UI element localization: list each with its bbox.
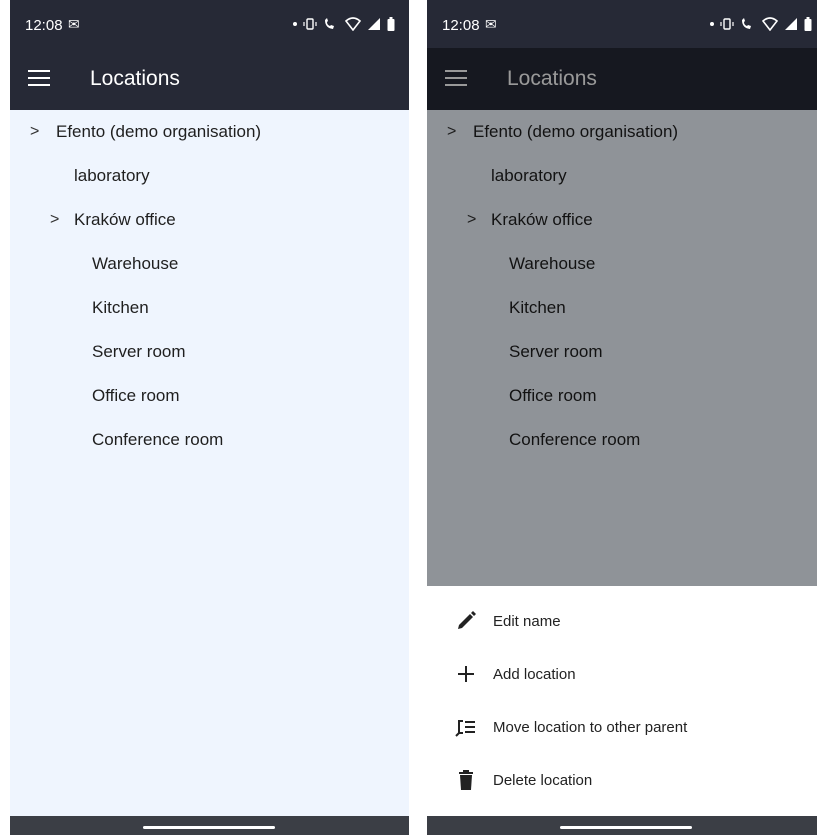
wifi-icon <box>345 17 361 31</box>
bottom-sheet-menu: Edit name Add location Move location to … <box>427 586 817 816</box>
tree-item[interactable]: Warehouse <box>10 242 409 286</box>
gmail-icon: ✉ <box>68 16 80 32</box>
lte-call-icon <box>742 18 751 29</box>
wifi-icon <box>762 17 778 31</box>
tree-item-label: Warehouse <box>92 254 179 273</box>
app-bar: Locations <box>10 48 409 110</box>
navigation-bar <box>427 816 817 835</box>
menu-item-label: Move location to other parent <box>493 719 688 736</box>
status-bar: 12:08 ✉ <box>427 0 817 48</box>
status-bar: 12:08 ✉ <box>10 0 409 48</box>
page-title: Locations <box>90 67 180 90</box>
status-time: 12:08 <box>25 17 63 34</box>
vibrate-icon <box>720 18 734 30</box>
menu-item-label: Add location <box>493 666 576 683</box>
edit-name-button[interactable]: Edit name <box>427 596 817 649</box>
tree-item[interactable]: > Kraków office <box>10 198 409 242</box>
dot-icon <box>293 22 297 26</box>
menu-item-label: Edit name <box>493 613 561 630</box>
tree-item-label: Kraków office <box>74 210 176 229</box>
chevron-right-icon[interactable]: > <box>50 198 59 242</box>
menu-icon[interactable] <box>28 70 50 88</box>
tree-item-label: Efento (demo organisation) <box>56 122 262 141</box>
navigation-bar <box>10 816 409 835</box>
gmail-icon: ✉ <box>485 16 497 32</box>
phone-screen-right: 12:08 ✉ Locations > Efento (demo organis… <box>427 0 817 835</box>
home-handle[interactable] <box>143 826 275 829</box>
phone-screen-left: 12:08 ✉ Locations > Efento (demo organis… <box>10 0 409 835</box>
tree-item-label: Kitchen <box>92 298 149 317</box>
status-icons <box>293 16 395 32</box>
tree-item[interactable]: Kitchen <box>10 286 409 330</box>
tree-item[interactable]: laboratory <box>10 154 409 198</box>
trash-icon <box>459 770 473 790</box>
status-time: 12:08 <box>442 17 480 34</box>
tree-item[interactable]: Server room <box>10 330 409 374</box>
menu-item-label: Delete location <box>493 772 593 789</box>
tree-item-label: Office room <box>92 386 180 405</box>
signal-icon <box>785 18 797 30</box>
tree-item[interactable]: Conference room <box>10 418 409 462</box>
delete-location-button[interactable]: Delete location <box>427 755 817 808</box>
pencil-icon <box>458 611 476 629</box>
tree-item-root[interactable]: > Efento (demo organisation) <box>10 110 409 154</box>
move-location-button[interactable]: Move location to other parent <box>427 702 817 755</box>
tree-item[interactable]: Office room <box>10 374 409 418</box>
add-location-button[interactable]: Add location <box>427 649 817 702</box>
home-handle[interactable] <box>560 826 692 829</box>
move-parent-icon <box>455 720 475 737</box>
plus-icon <box>458 666 474 682</box>
dot-icon <box>710 22 714 26</box>
signal-icon <box>368 18 380 30</box>
tree-item-label: laboratory <box>74 166 150 185</box>
modal-scrim[interactable] <box>427 48 817 586</box>
tree-item-label: Conference room <box>92 430 224 449</box>
lte-call-icon <box>325 18 334 29</box>
vibrate-icon <box>303 18 317 30</box>
battery-icon <box>387 17 395 31</box>
chevron-right-icon[interactable]: > <box>30 110 39 154</box>
battery-icon <box>804 17 812 31</box>
tree-item-label: Server room <box>92 342 186 361</box>
status-icons <box>710 16 812 32</box>
